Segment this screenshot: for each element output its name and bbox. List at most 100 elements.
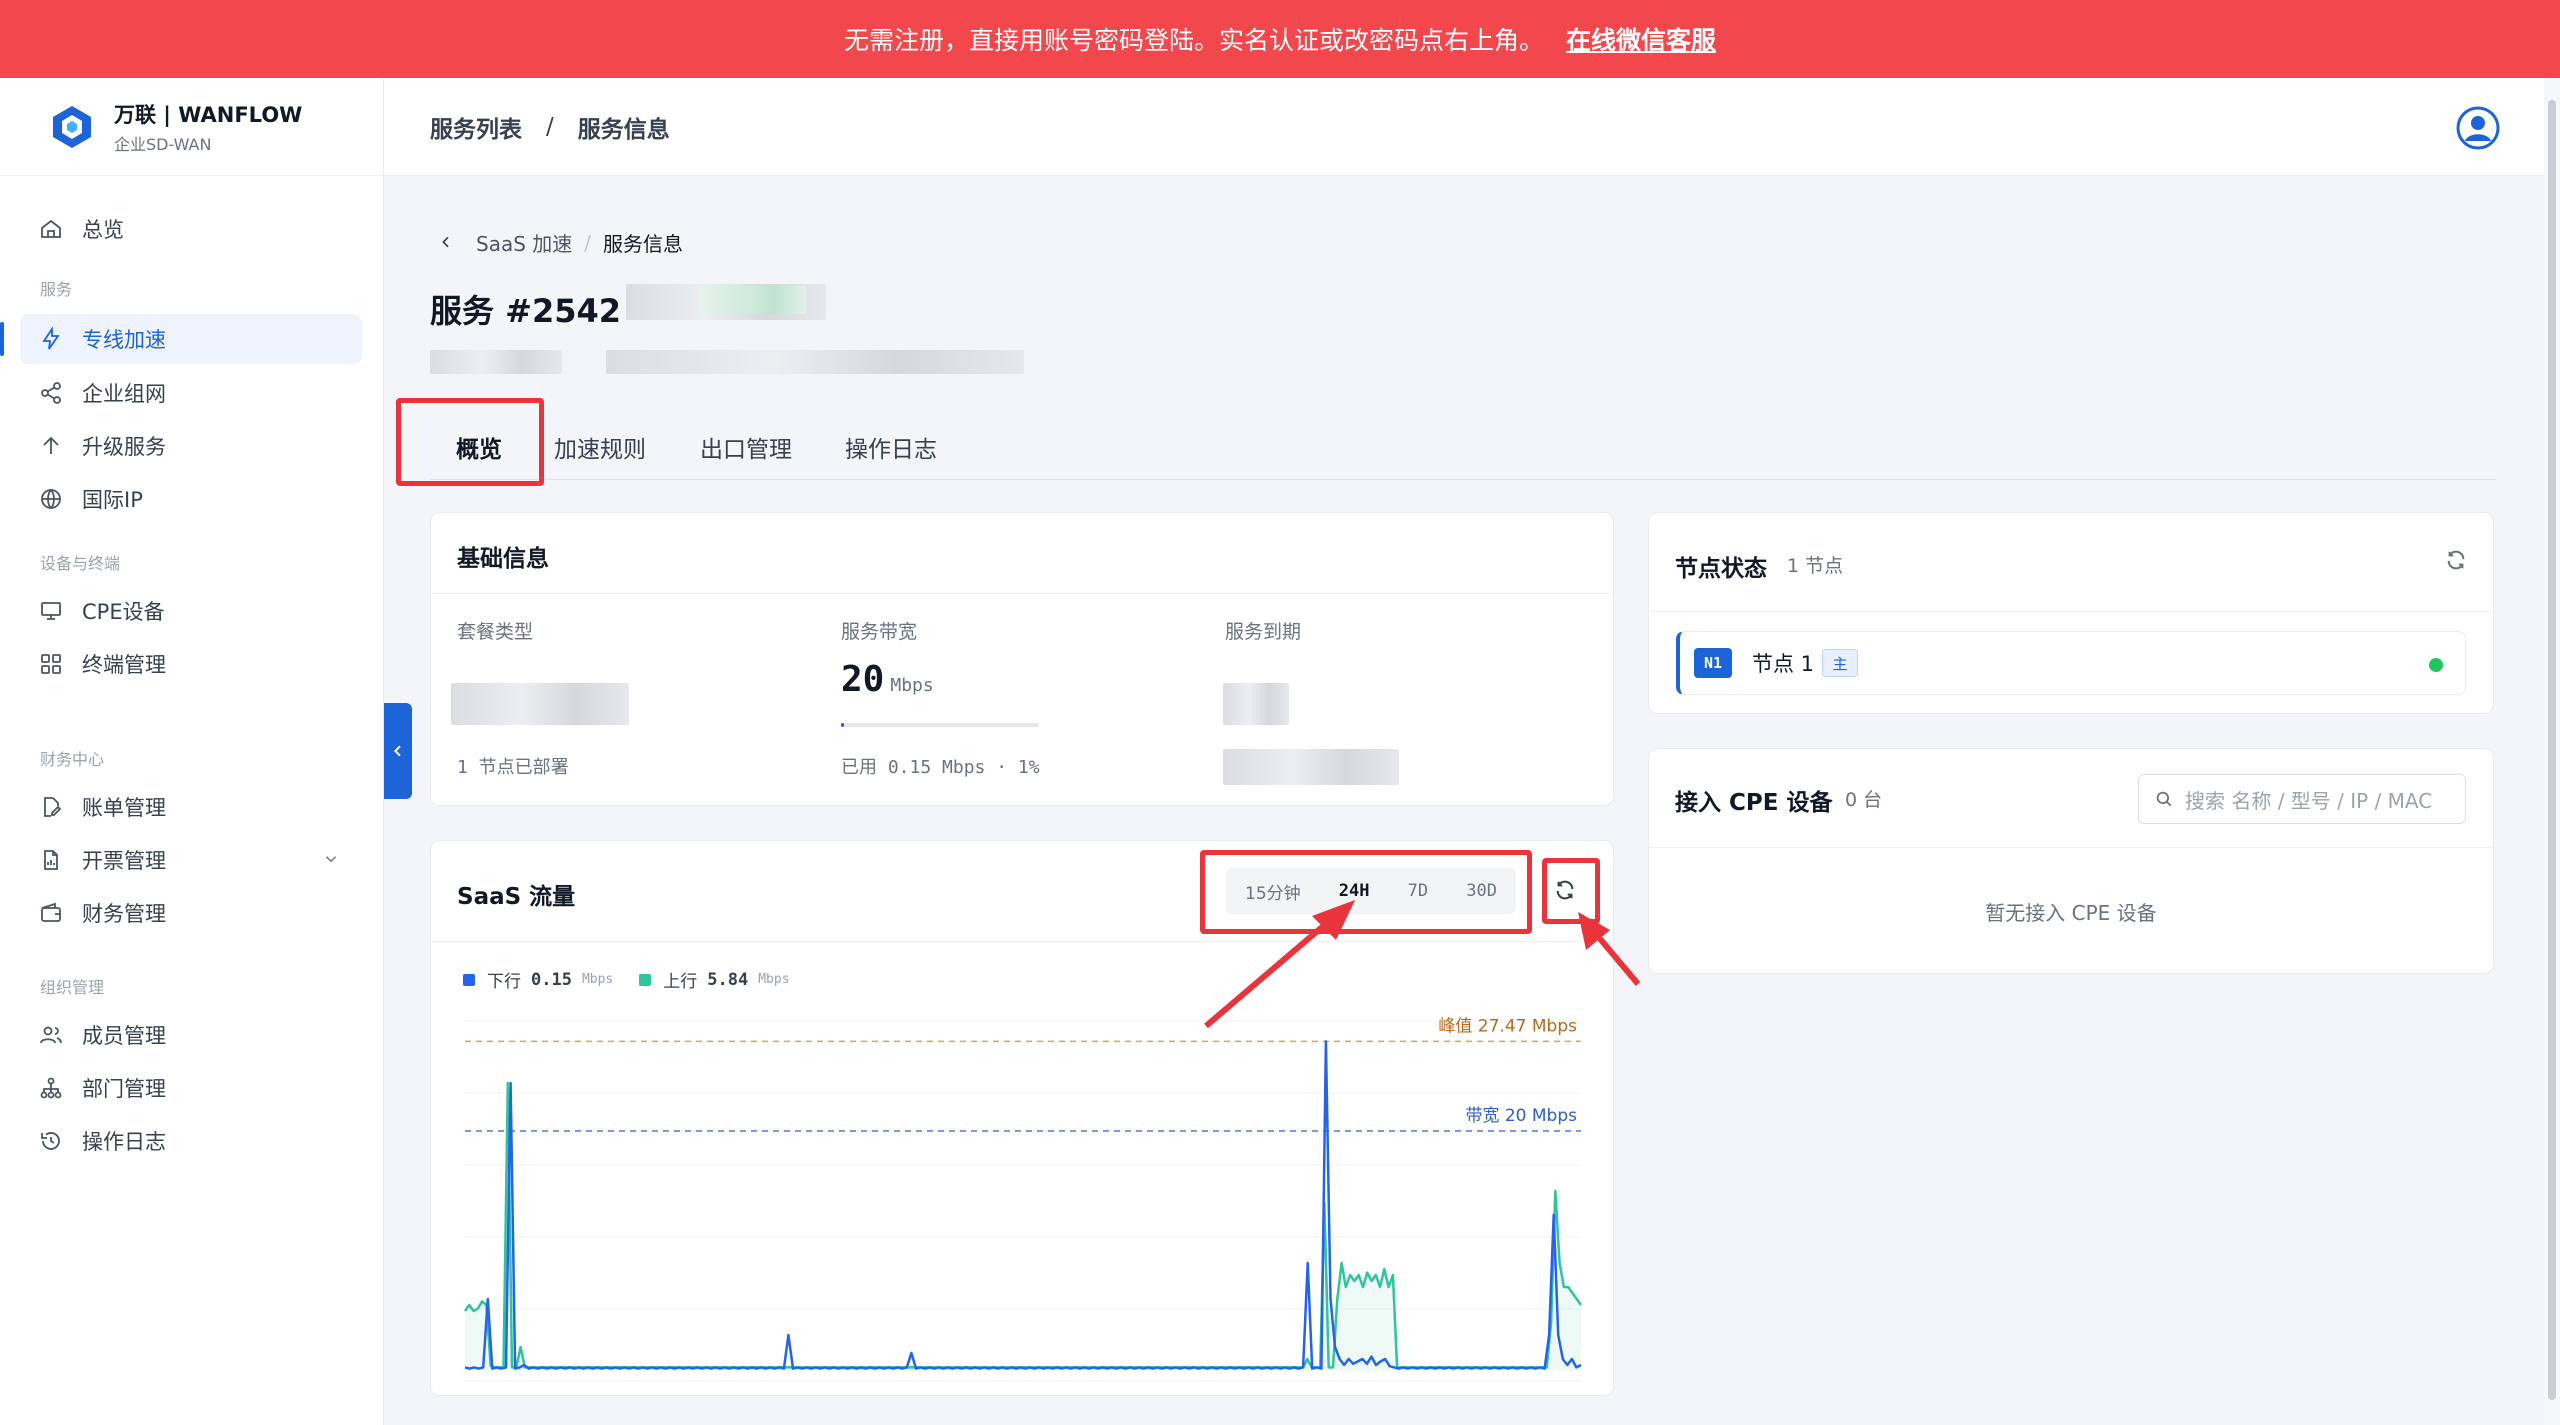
expiry-label: 服务到期 (1225, 621, 1302, 643)
series-area-上行 (465, 1083, 1581, 1371)
sidebar: 万联 | WANFLOW 企业SD-WAN 总览 服务 专线加速 企业组网 升级… (0, 78, 384, 1425)
chevron-down-icon[interactable] (322, 849, 340, 873)
scrollbar-thumb[interactable] (2548, 100, 2556, 1400)
globe-icon (38, 486, 64, 512)
bandwidth-value-group: 20 Mbps (841, 659, 934, 700)
tab-egress-management[interactable]: 出口管理 (700, 430, 792, 464)
legend-up-value: 5.84 (707, 969, 749, 990)
tab-bar: 概览 加速规则 出口管理 操作日志 (430, 410, 2496, 480)
arrow-up-icon (38, 433, 64, 459)
brand-subtitle: 企业SD-WAN (114, 134, 212, 154)
redacted-plan-type (451, 683, 629, 725)
brand[interactable]: 万联 | WANFLOW 企业SD-WAN (0, 78, 383, 176)
series-line-下行 (464, 1040, 1582, 1370)
bandwidth-label: 服务带宽 (841, 621, 918, 643)
sidebar-item-label: 升级服务 (82, 435, 166, 459)
nav-group-devices: 设备与终端 (40, 554, 121, 573)
bandwidth-unit: Mbps (890, 675, 934, 696)
sidebar-item-label: 企业组网 (82, 382, 166, 406)
sidebar-item-overview[interactable]: 总览 (20, 204, 362, 254)
nav-group-finance: 财务中心 (40, 750, 105, 769)
reference-line-label: 带宽 20 Mbps (1465, 1106, 1577, 1126)
primary-tag: 主 (1822, 649, 1859, 677)
monitor-icon (38, 598, 64, 624)
breadcrumb-service-info: 服务信息 (577, 116, 670, 143)
node-count: 1 节点 (1787, 555, 1844, 577)
basic-info-card: 基础信息 套餐类型 1 节点已部署 服务带宽 20 Mbps 已用 0.15 M… (430, 512, 1614, 806)
tab-operation-log[interactable]: 操作日志 (845, 430, 937, 464)
users-icon (38, 1022, 64, 1048)
refresh-highlight-box (1542, 858, 1600, 924)
history-icon (38, 1128, 64, 1154)
plan-type-label: 套餐类型 (457, 621, 534, 643)
bandwidth-value: 20 (841, 659, 885, 700)
sidebar-item-label: CPE设备 (82, 600, 165, 624)
sidebar-collapse-button[interactable] (384, 703, 412, 799)
wanflow-logo-icon (53, 105, 91, 148)
legend-swatch-down (463, 973, 475, 986)
traffic-line-chart: 峰值 27.47 Mbps 带宽 20 Mbps (463, 1016, 1583, 1382)
sidebar-item-upgrade-service[interactable]: 升级服务 (20, 421, 362, 471)
sidebar-item-label: 国际IP (82, 488, 143, 512)
sidebar-item-dedicated-acceleration[interactable]: 专线加速 (20, 314, 362, 364)
sidebar-item-label: 开票管理 (82, 849, 166, 873)
bandwidth-usage-bar (841, 723, 1039, 727)
banner-text: 无需注册，直接用账号密码登陆。实名认证或改密码点右上角。 (843, 26, 1544, 55)
breadcrumb-separator: / (546, 113, 554, 140)
sidebar-item-label: 成员管理 (82, 1024, 166, 1048)
cpe-empty-state: 暂无接入 CPE 设备 (1985, 901, 2157, 925)
bandwidth-usage-fill (841, 723, 844, 727)
node-row[interactable]: N1 节点 1 主 (1676, 631, 2466, 695)
breadcrumb-current: 服务信息 (603, 232, 684, 256)
search-icon (2156, 791, 2172, 807)
file-chart-icon (38, 847, 64, 873)
sidebar-item-terminal-management[interactable]: 终端管理 (20, 639, 362, 689)
nodes-deployed-note: 1 节点已部署 (457, 757, 569, 778)
sidebar-item-department-management[interactable]: 部门管理 (20, 1063, 362, 1113)
sidebar-item-enterprise-network[interactable]: 企业组网 (20, 368, 362, 418)
node-badge: N1 (1694, 648, 1732, 678)
sidebar-item-bill-management[interactable]: 账单管理 (20, 782, 362, 832)
sidebar-item-member-management[interactable]: 成员管理 (20, 1010, 362, 1060)
tab-acceleration-rules[interactable]: 加速规则 (554, 430, 646, 464)
sidebar-item-operation-log[interactable]: 操作日志 (20, 1116, 362, 1166)
back-chevron-icon[interactable] (438, 231, 454, 255)
page-scrollbar[interactable] (2544, 78, 2560, 1425)
sidebar-item-label: 总览 (82, 218, 124, 242)
search-placeholder: 搜索 名称 / 型号 / IP / MAC (2185, 788, 2433, 813)
series-line-上行 (463, 1081, 1583, 1369)
top-header: 服务列表 / 服务信息 (384, 78, 2544, 176)
breadcrumb-separator: / (584, 230, 592, 255)
redacted-service-name-part (700, 286, 806, 314)
cpe-search-input[interactable]: 搜索 名称 / 型号 / IP / MAC (2138, 774, 2466, 824)
lightning-icon (38, 326, 64, 352)
redacted-meta-1 (430, 350, 562, 374)
legend-up-unit: Mbps (758, 972, 790, 987)
page-title: 服务 #2542 (430, 292, 622, 330)
divider (431, 941, 1613, 942)
range-highlight-box (1200, 850, 1532, 934)
sidebar-item-invoice-management[interactable]: 开票管理 (20, 835, 362, 885)
sidebar-item-finance-management[interactable]: 财务管理 (20, 888, 362, 938)
active-indicator (0, 322, 4, 356)
org-chart-icon (38, 1075, 64, 1101)
node-status-title: 节点状态 (1675, 556, 1767, 582)
divider (1649, 611, 2493, 612)
breadcrumb-saas-acceleration[interactable]: SaaS 加速 (476, 228, 572, 257)
redacted-expiry-note (1223, 749, 1399, 785)
sidebar-item-label: 终端管理 (82, 653, 166, 677)
chart-legend: 下行 0.15 Mbps 上行 5.84 Mbps (463, 967, 790, 992)
divider (1649, 847, 2493, 848)
wallet-icon (38, 900, 64, 926)
basic-info-title: 基础信息 (457, 546, 549, 572)
legend-down-unit: Mbps (581, 972, 614, 987)
cpe-title: 接入 CPE 设备 (1675, 790, 1833, 816)
breadcrumb-service-list[interactable]: 服务列表 (430, 110, 522, 144)
node-refresh-button[interactable] (2445, 549, 2467, 575)
wechat-support-link[interactable]: 在线微信客服 (1566, 21, 1716, 57)
bandwidth-used: 已用 0.15 Mbps · 1% (841, 757, 1040, 778)
sidebar-item-international-ip[interactable]: 国际IP (20, 474, 362, 524)
online-status-dot (2429, 658, 2443, 672)
sidebar-item-cpe-devices[interactable]: CPE设备 (20, 586, 362, 636)
user-avatar-icon[interactable] (2456, 106, 2500, 150)
